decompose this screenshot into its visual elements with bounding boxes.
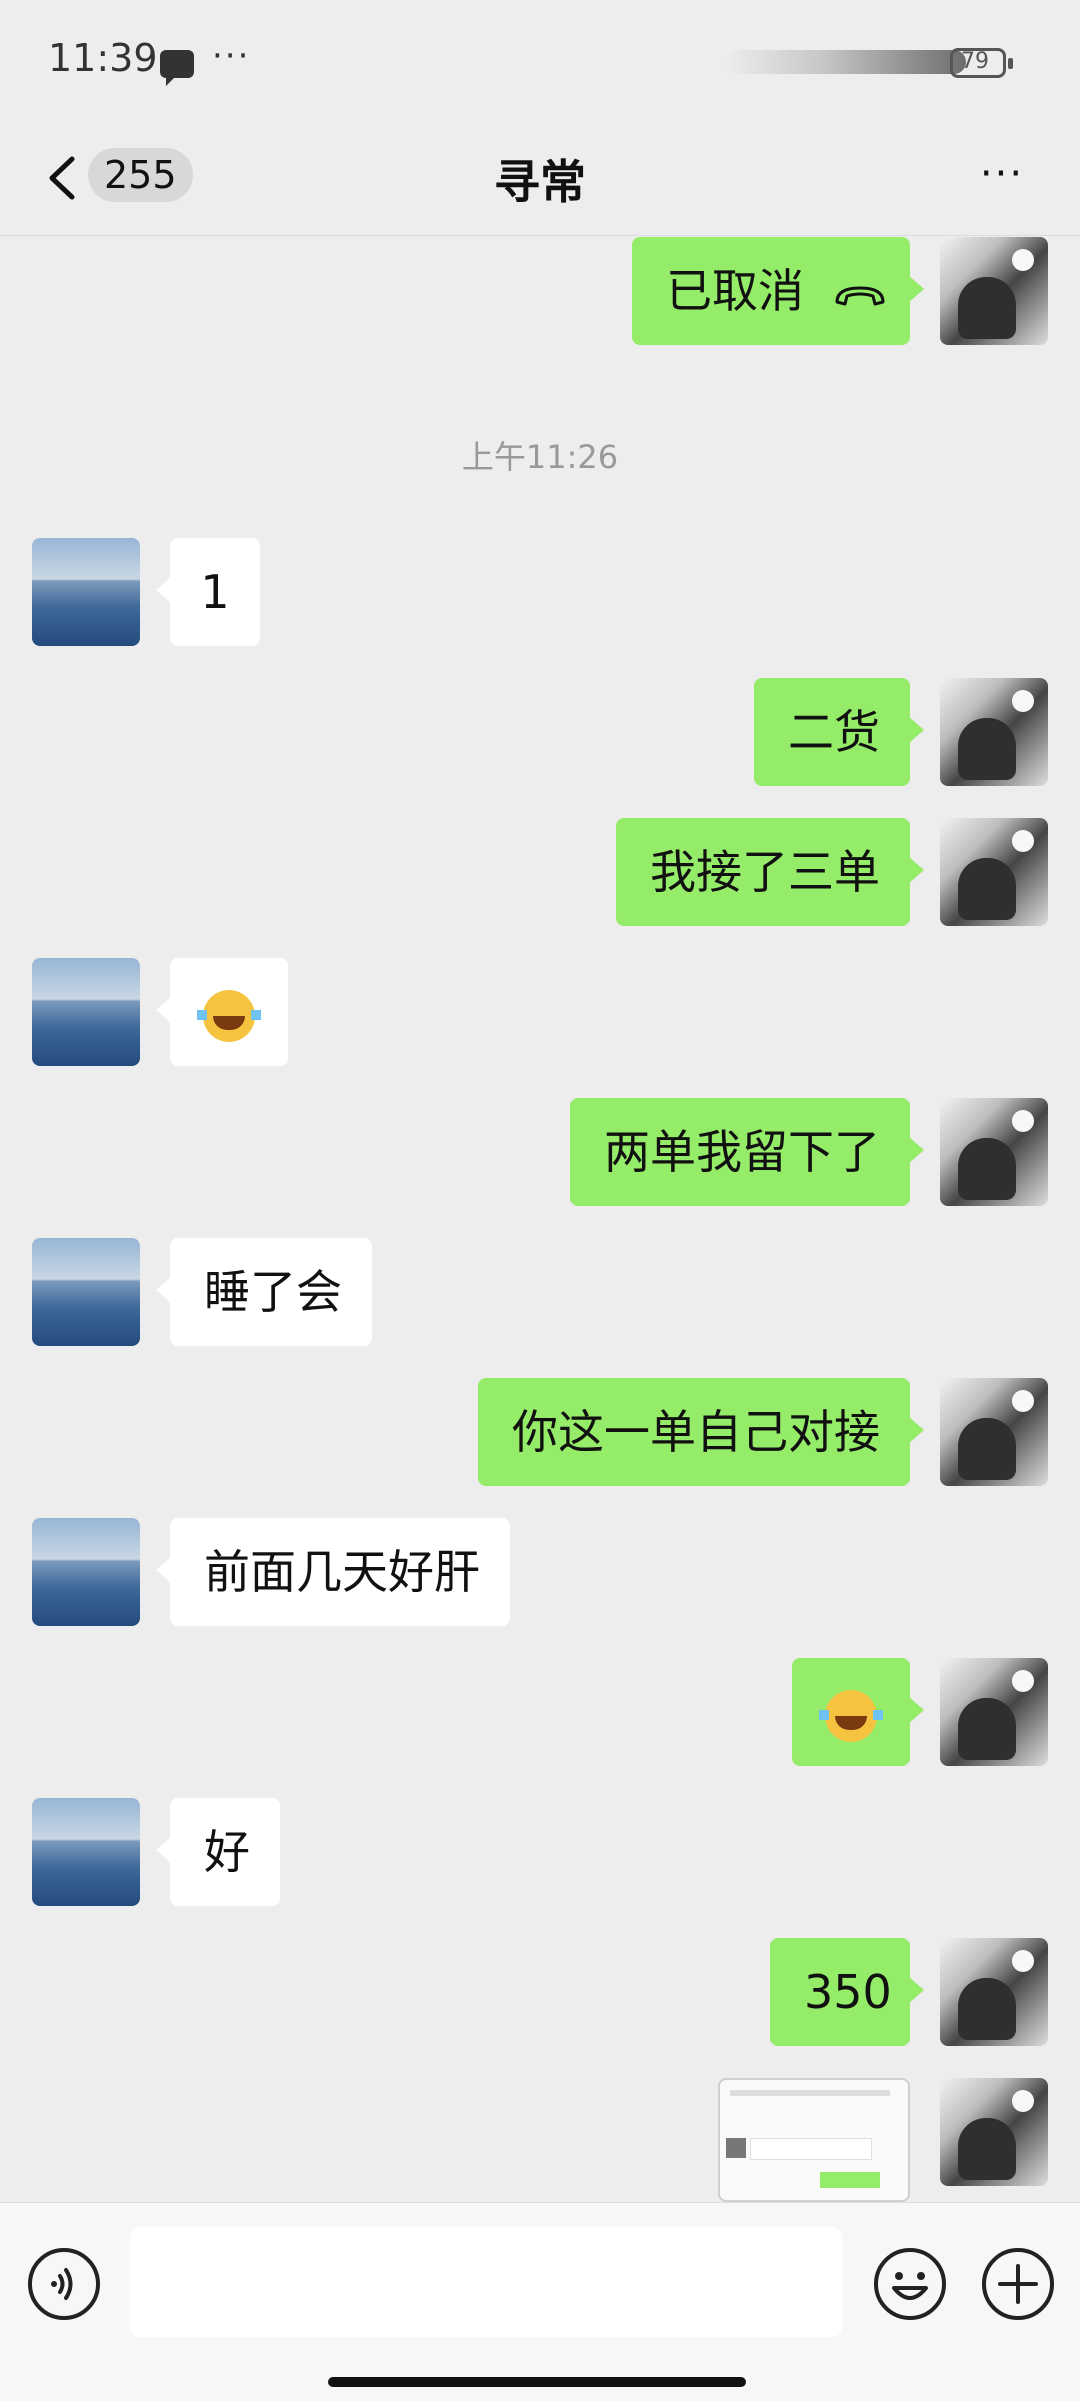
battery-icon: 79: [950, 48, 1013, 78]
my-avatar[interactable]: [940, 237, 1048, 345]
emoji-message-bubble[interactable]: [792, 1658, 924, 1766]
message-row: 你这一单自己对接: [0, 1378, 1080, 1486]
status-time: 11:39: [48, 36, 158, 80]
message-row: [0, 2078, 1080, 2202]
message-notification-icon: [160, 50, 194, 86]
my-avatar[interactable]: [940, 818, 1048, 926]
my-avatar[interactable]: [940, 678, 1048, 786]
signal-indicator: [726, 50, 966, 74]
message-bubble[interactable]: 好: [156, 1798, 280, 1906]
more-options-button[interactable]: ···: [972, 154, 1032, 194]
contact-avatar[interactable]: [32, 958, 140, 1066]
message-row: 好: [0, 1798, 1080, 1906]
thumbnail-green-bubble: [820, 2172, 880, 2188]
emoji-icon[interactable]: [872, 2246, 948, 2322]
my-avatar[interactable]: [940, 1098, 1048, 1206]
chat-header: 255 寻常 ···: [0, 130, 1080, 236]
contact-avatar[interactable]: [32, 1798, 140, 1906]
my-avatar[interactable]: [940, 1938, 1048, 2046]
message-bubble[interactable]: 二货: [754, 678, 924, 786]
hangup-phone-icon: [835, 286, 885, 305]
message-row: 两单我留下了: [0, 1098, 1080, 1206]
my-avatar[interactable]: [940, 1378, 1048, 1486]
message-list[interactable]: 已取消 上午11:26 1 二货 我接了三单 两单我留下了 睡了会 你这一单自己…: [0, 236, 1080, 2202]
message-bubble[interactable]: 我接了三单: [616, 818, 924, 926]
message-row: 1: [0, 538, 1080, 646]
call-status-text: 已取消: [666, 264, 804, 318]
laugh-cry-emoji-icon: [819, 1689, 883, 1742]
laugh-cry-emoji-icon: [197, 989, 261, 1042]
my-avatar[interactable]: [940, 1658, 1048, 1766]
message-row: [0, 1658, 1080, 1766]
message-bubble[interactable]: 睡了会: [156, 1238, 372, 1346]
home-indicator[interactable]: [328, 2377, 746, 2387]
message-input[interactable]: [130, 2227, 842, 2337]
message-row: [0, 958, 1080, 1066]
message-row: 二货: [0, 678, 1080, 786]
thumbnail-avatar: [726, 2138, 746, 2158]
thumbnail-bubble: [750, 2138, 872, 2160]
more-notifications-icon: ···: [212, 36, 251, 76]
voice-input-button[interactable]: [28, 2248, 100, 2320]
chat-title: 寻常: [494, 155, 586, 209]
message-bubble[interactable]: 前面几天好肝: [156, 1518, 510, 1626]
voice-icon: [51, 2268, 73, 2300]
status-bar: 11:39 ··· 79: [0, 0, 1080, 130]
contact-avatar[interactable]: [32, 1518, 140, 1626]
call-record-bubble[interactable]: 已取消: [632, 237, 924, 345]
screenshot-thumbnail-image[interactable]: [718, 2078, 910, 2202]
message-bubble[interactable]: 350: [770, 1938, 924, 2046]
message-row: 我接了三单: [0, 818, 1080, 926]
my-avatar[interactable]: [940, 2078, 1048, 2186]
message-bubble[interactable]: 你这一单自己对接: [478, 1378, 924, 1486]
message-row: 睡了会: [0, 1238, 1080, 1346]
plus-icon[interactable]: [980, 2246, 1056, 2322]
contact-avatar[interactable]: [32, 1238, 140, 1346]
message-timestamp: 上午11:26: [461, 438, 619, 476]
message-bubble[interactable]: 两单我留下了: [570, 1098, 924, 1206]
thumbnail-line: [730, 2090, 890, 2096]
message-row: 350: [0, 1938, 1080, 2046]
battery-level: 79: [961, 49, 989, 74]
contact-avatar[interactable]: [32, 538, 140, 646]
message-bubble[interactable]: 1: [156, 538, 260, 646]
message-row: 前面几天好肝: [0, 1518, 1080, 1626]
message-row: 已取消: [0, 237, 1080, 345]
input-bar: [0, 2202, 1080, 2401]
emoji-message-bubble[interactable]: [156, 958, 288, 1066]
